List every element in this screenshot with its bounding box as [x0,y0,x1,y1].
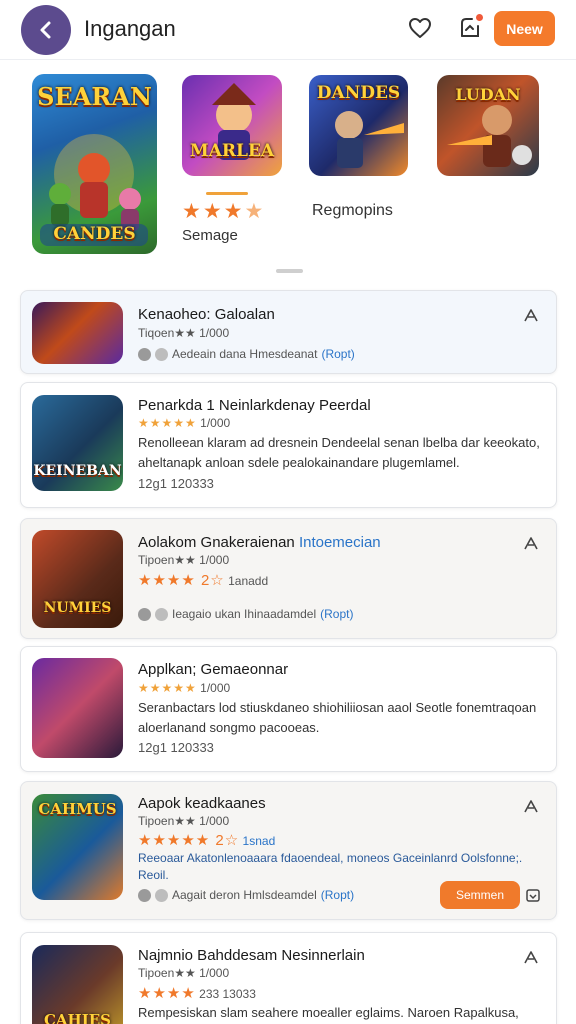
game-logo-text: LUDAN [455,85,521,104]
game-icon [32,302,123,364]
footer-link[interactable]: (Ropt) [320,607,353,621]
back-button[interactable] [21,5,71,55]
game-logo-text: MARLEA [189,141,275,161]
carousel-link[interactable]: Regmopins [312,202,393,220]
avatar-icon [138,607,151,621]
drag-handle[interactable] [276,269,303,273]
footer-text: Aagait deron Hmlsdeamdel [172,888,317,902]
footer-text: Aedeain dana Hmesdeanat [172,347,318,361]
carousel-indicator [206,192,248,195]
list-item[interactable]: CAHIES Najmnio Bahddesam Nesinnerlain Ti… [20,932,557,1024]
list-item-footer: Aedeain dana Hmesdeanat (Ropt) [138,347,355,361]
list-item[interactable]: Applkan; Gemaeonnar ★★★★★ 1/000 Seranbac… [20,646,557,772]
list-item-meta: Tiqoen★★ 1/000 [138,326,230,340]
list-item-meta: ★★★★★ 1/000 [138,681,231,695]
avatar-icon [155,347,168,361]
game-logo-text: KEINEBAN [33,463,122,479]
favorite-button[interactable] [406,14,434,42]
list-item[interactable]: KEINEBAN Penarkda 1 Neinlarkdenay Peerda… [20,382,557,508]
back-arrow-icon [40,21,51,39]
avatar-icon [155,888,168,902]
page-title: Ingangan [84,16,176,41]
list-item-meta: ★★★★★ 1/000 [138,416,231,430]
open-button[interactable]: Semmen [440,881,520,909]
notification-badge [474,12,485,23]
game-logo-text: SEARAN [37,82,152,111]
list-item-meta: Tipoen★★ 1/000 [138,553,230,567]
game-logo-text: NUMIES [43,600,112,616]
notification-button[interactable] [455,12,485,42]
avatar-icon [138,347,151,361]
game-icon: CAHMUS [32,794,123,900]
game-icon: NUMIES [32,530,123,628]
list-item-title: Applkan; Gemaeonnar [138,661,289,678]
game-icon: CAHIES [32,945,123,1024]
footer-link[interactable]: (Ropt) [321,888,354,902]
star-half-icon: ★ [244,200,264,223]
game-icon [32,658,123,758]
star-icon: ★ [223,200,243,223]
list-item-meta: Tipoen★★ 1/000 [138,814,230,828]
list-item-title: Aapok keadkaanes [138,795,266,812]
avatar-icon [155,607,168,621]
list-item-description: Seranbactars lod stiuskdaneo shiohiliios… [138,700,537,735]
list-item-title: Kenaoheo: Galoalan [138,306,275,323]
list-item-footer: Aagait deron Hmlsdeamdel (Ropt) [138,888,354,902]
list-item-title: Aolakom Gnakeraienan Intoemecian [138,534,381,551]
list-item-rating: ★★★★★ 2☆ 1snad [138,832,276,849]
list-item[interactable]: CAHMUS Aapok keadkaanes Tipoen★★ 1/000 ★… [20,781,557,920]
avatar-icon [138,888,151,902]
game-logo-subtext: CANDES [53,224,136,244]
new-button[interactable]: Neew [494,11,555,46]
share-icon[interactable] [522,535,540,553]
game-logo-text: CAHMUS [38,800,117,818]
list-item-title: Najmnio Bahddesam Nesinnerlain [138,947,365,964]
star-icon: ★ [182,200,201,223]
list-item-meta: Tipoen★★ 1/000 [138,966,230,980]
list-item-description: Renolleean klaram ad dresnein Dendeelal … [138,435,540,470]
footer-link[interactable]: (Ropt) [321,347,354,361]
share-icon[interactable] [522,307,540,325]
star-rating: ★★★★★ [138,681,197,695]
featured-game-thumbnail[interactable]: SEARAN CANDES [32,74,157,254]
star-icon: ★ [202,200,222,223]
share-icon[interactable] [522,949,540,967]
download-icon[interactable] [525,887,541,903]
heart-icon [409,18,431,38]
list-item-rating: ★★★★ 233 13033 [138,985,256,1002]
list-item-title: Penarkda 1 Neinlarkdenay Peerdal [138,397,371,414]
list-item-rating: ★★★★ 2☆ 1anadd [138,572,269,589]
list-item[interactable]: Kenaoheo: Galoalan Tiqoen★★ 1/000 Aedeai… [20,290,557,374]
list-item-description: Reeoaar Akatonlenoaaara fdaoendeal, mone… [138,851,523,882]
list-item-footer: Ieagaio ukan Ihinaadamdel (Ropt) [138,607,353,621]
carousel-game-thumbnail[interactable]: MARLEA [182,75,282,176]
carousel-game-thumbnail[interactable]: LUDAN [437,75,539,176]
list-item-count: 12g1 120333 [138,476,214,491]
game-logo-text: CAHIES [43,1011,112,1024]
carousel-caption: Semage [182,227,238,244]
game-icon: KEINEBAN [32,395,123,491]
list-item[interactable]: NUMIES Aolakom Gnakeraienan Intoemecian … [20,518,557,639]
star-rating: ★★★★★ [138,416,197,430]
carousel-game-thumbnail[interactable]: DANDES [309,75,408,176]
top-app-bar: Ingangan Neew [0,0,576,60]
list-item-count: 12g1 120333 [138,740,214,755]
game-logo-text: DANDES [316,83,401,103]
list-item-description: Rempesiskan slam seahere moealler eglaim… [138,1005,519,1020]
rating-stars: ★ ★ ★ ★ [182,199,263,224]
footer-text: Ieagaio ukan Ihinaadamdel [172,607,317,621]
share-icon[interactable] [522,798,540,816]
